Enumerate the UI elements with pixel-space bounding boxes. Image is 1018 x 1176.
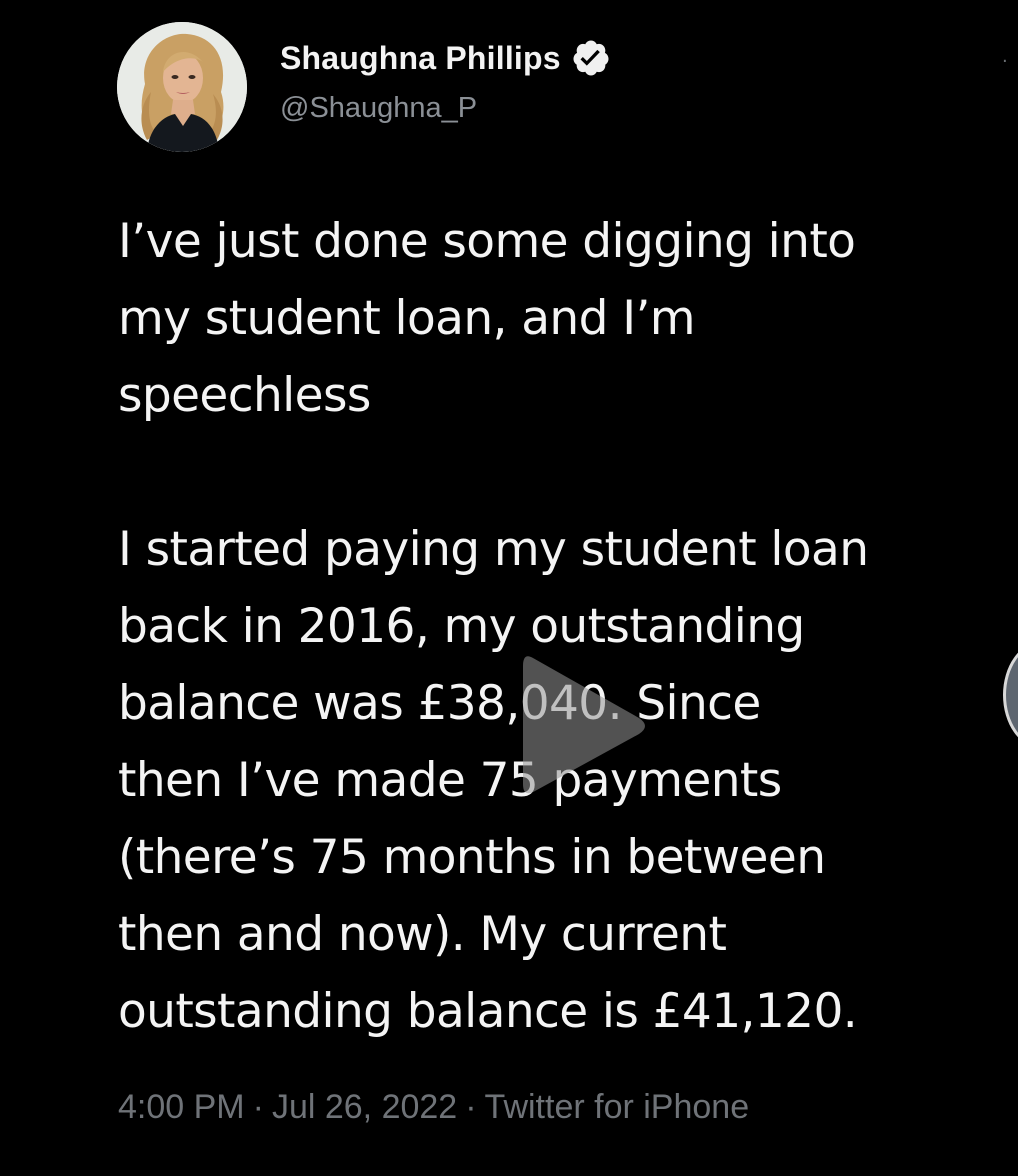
verified-badge-icon [571,38,611,78]
more-options-icon[interactable]: · [1002,53,1014,71]
tweet-text-line: speechless [118,368,371,423]
tweet-text-line: then and now). My current [118,907,727,962]
author-name-row[interactable]: Shaughna Phillips [280,38,611,78]
meta-separator: · [465,1088,477,1126]
tweet-screenshot: Shaughna Phillips @Shaughna_P · I’ve jus… [0,0,1018,1176]
tweet-meta: 4:00 PM · Jul 26, 2022 · Twitter for iPhone [118,1088,749,1127]
author-display-name[interactable]: Shaughna Phillips [280,40,561,77]
tweet-text-line: I’ve just done some digging into [118,214,856,269]
tweet-text-line: outstanding balance is £41,120. [118,984,858,1039]
tweet-time[interactable]: 4:00 PM [118,1088,245,1126]
meta-separator: · [252,1088,264,1126]
tweet-date[interactable]: Jul 26, 2022 [272,1088,457,1126]
tweet-body: I’ve just done some digging into my stud… [118,203,1018,1050]
tweet-source[interactable]: Twitter for iPhone [485,1088,750,1126]
tweet-text-line: my student loan, and I’m [118,291,696,346]
tweet-text-line: I started paying my student loan [118,522,869,577]
avatar-image [117,22,247,152]
play-icon[interactable] [505,640,655,810]
author-handle[interactable]: @Shaughna_P [280,92,477,125]
author-avatar[interactable] [117,22,247,152]
tweet-text-line: (there’s 75 months in between [118,830,826,885]
